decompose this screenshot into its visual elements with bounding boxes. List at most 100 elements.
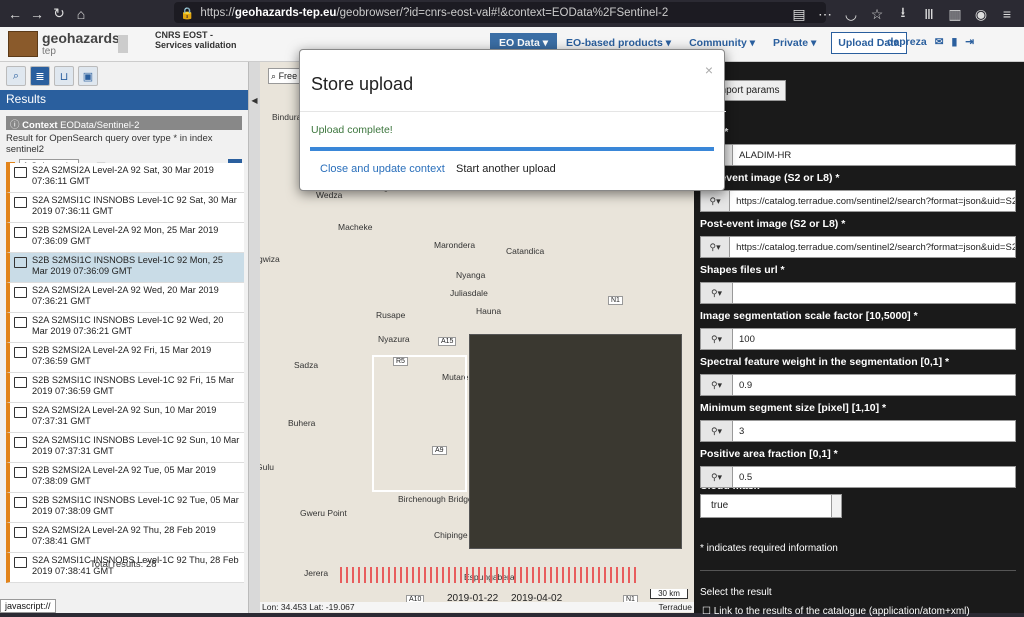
field-value: 0.5 <box>739 472 753 483</box>
road-label: A15 <box>438 337 457 346</box>
list-item-label: S2B S2MSI2A Level-2A 92 Mon, 25 Mar 2019… <box>32 225 219 246</box>
field-value: 0.9 <box>739 380 753 391</box>
map-place-label: Hauna <box>476 306 502 316</box>
upload-message: Upload complete! <box>311 124 393 136</box>
list-item[interactable]: S2B S2MSI2A Level-2A 92 Tue, 05 Mar 2019… <box>6 463 244 493</box>
list-item[interactable]: S2B S2MSI1C INSNOBS Level-1C 92 Mon, 25 … <box>6 253 244 283</box>
list-item[interactable]: S2A S2MSI2A Level-2A 92 Sun, 10 Mar 2019… <box>6 403 244 433</box>
status-bar: javascript:// <box>0 599 56 613</box>
road-label: N1 <box>608 296 623 305</box>
home-icon[interactable]: ⌂ <box>70 3 92 25</box>
pin-icon[interactable]: ⚲▾ <box>701 283 733 303</box>
start-another-upload-link[interactable]: Start another upload <box>456 163 556 175</box>
field-input[interactable]: ⚲▾ https://catalog.terradue.com/sentinel2… <box>700 190 1016 212</box>
logo-title: geohazards <box>42 30 120 46</box>
total-results: Total results: 28 <box>90 559 157 570</box>
field-input[interactable]: ⚲▾ https://catalog.terradue.com/sentinel2… <box>700 236 1016 258</box>
results-title: Results <box>0 90 248 110</box>
list-item[interactable]: S2B S2MSI1C INSNOBS Level-1C 92 Fri, 15 … <box>6 373 244 403</box>
library-icon[interactable]: Ⅲ <box>918 3 940 25</box>
mail-icon[interactable]: ✉ <box>935 36 944 48</box>
archive-icon[interactable]: ▣ <box>78 66 98 86</box>
product-icon <box>14 167 27 178</box>
list-item[interactable]: S2B S2MSI1C INSNOBS Level-1C 92 Tue, 05 … <box>6 493 244 523</box>
map-place-label: Macheke <box>338 222 373 232</box>
reader-icon[interactable]: ▤ <box>788 3 810 25</box>
list-item[interactable]: S2A S2MSI2A Level-2A 92 Wed, 20 Mar 2019… <box>6 283 244 313</box>
forward-icon[interactable]: → <box>26 3 48 25</box>
list-item[interactable]: S2A S2MSI2A Level-2A 92 Thu, 28 Feb 2019… <box>6 523 244 553</box>
nav-private[interactable]: Private ▾ <box>764 33 825 53</box>
sidebar-icon[interactable]: ▥ <box>944 3 966 25</box>
list-item[interactable]: S2A S2MSI1C INSNOBS Level-1C 92 Sat, 30 … <box>6 193 244 223</box>
list-icon[interactable]: ≣ <box>30 66 50 86</box>
community-context[interactable]: CNRS EOST - Services validation <box>155 30 237 50</box>
product-icon <box>14 467 27 478</box>
logo-icon[interactable] <box>8 31 38 57</box>
map-place-label: gwiza <box>260 254 280 264</box>
context-line1: CNRS EOST - <box>155 30 214 40</box>
product-icon <box>14 557 27 568</box>
list-item-label: S2A S2MSI1C INSNOBS Level-1C 92 Wed, 20 … <box>32 315 224 336</box>
field-input[interactable]: ⚲▾ALADIM-HR <box>700 144 1016 166</box>
product-icon <box>14 227 27 238</box>
attribution: Terradue <box>658 602 692 612</box>
basket-icon[interactable]: ⊔ <box>54 66 74 86</box>
logout-icon[interactable]: ⇥ <box>965 36 974 48</box>
cloud-mask-select[interactable]: true <box>700 494 842 518</box>
field-input[interactable]: ⚲▾ 0.9 <box>700 374 1016 396</box>
pin-icon[interactable]: ⚲▾ <box>701 329 733 349</box>
map-place-label: Marondera <box>434 240 476 250</box>
collapse-panel-icon[interactable]: ◀ <box>249 62 260 613</box>
select-result-label: Select the result <box>700 587 772 598</box>
menu-dots-icon[interactable]: ⋯ <box>814 3 836 25</box>
list-item[interactable]: S2A S2MSI1C INSNOBS Level-1C 92 Sun, 10 … <box>6 433 244 463</box>
field-input[interactable]: ⚲▾ <box>700 282 1016 304</box>
link-result-checkbox[interactable]: ☐ Link to the results of the catalogue (… <box>702 606 970 617</box>
pocket-icon[interactable]: ◡ <box>840 3 862 25</box>
book-icon[interactable]: ▮ <box>952 36 958 48</box>
service-form: Import params Cloud mask true * indicate… <box>694 62 1024 617</box>
list-item[interactable]: S2A S2MSI2A Level-2A 92 Sat, 30 Mar 2019… <box>6 163 244 193</box>
footprint-outline <box>372 355 467 492</box>
pin-icon[interactable]: ⚲▾ <box>701 467 733 487</box>
pin-icon[interactable]: ⚲▾ <box>701 191 731 211</box>
list-item[interactable]: S2B S2MSI2A Level-2A 92 Fri, 15 Mar 2019… <box>6 343 244 373</box>
timeline-bar[interactable] <box>340 567 640 583</box>
download-icon[interactable]: ⭳ <box>892 3 914 25</box>
close-icon[interactable]: × <box>705 62 713 78</box>
breadcrumb-arrow-icon <box>118 35 128 53</box>
field-input[interactable]: ⚲▾ 0.5 <box>700 466 1016 488</box>
field-value: ALADIM-HR <box>739 150 792 161</box>
bookmark-star-icon[interactable]: ☆ <box>866 3 888 25</box>
field-label: Post-event image (S2 or L8) * <box>700 218 846 230</box>
app: geohazards tep CNRS EOST - Services vali… <box>0 27 1024 617</box>
list-item-label: S2A S2MSI2A Level-2A 92 Sun, 10 Mar 2019… <box>32 405 217 426</box>
product-icon <box>14 257 27 268</box>
user-name[interactable]: depreza <box>887 36 927 48</box>
lonlat-readout: Lon: 34.453 Lat: -19.067 Terradue <box>260 602 694 612</box>
query-text: Result for OpenSearch query over type * … <box>6 133 213 155</box>
close-update-context-link[interactable]: Close and update context <box>320 163 445 175</box>
account-icon[interactable]: ◉ <box>970 3 992 25</box>
lock-icon: 🔒 <box>180 7 195 20</box>
field-input[interactable]: ⚲▾ 100 <box>700 328 1016 350</box>
list-item[interactable]: S2A S2MSI1C INSNOBS Level-1C 92 Wed, 20 … <box>6 313 244 343</box>
url-path: /geobrowser/?id=cnrs-eost-val#!&context=… <box>336 6 669 19</box>
map-place-label: Catandica <box>506 246 545 256</box>
field-value: 3 <box>739 426 745 437</box>
pin-icon[interactable]: ⚲▾ <box>701 375 733 395</box>
context-label: Context <box>22 120 58 131</box>
pin-icon[interactable]: ⚲▾ <box>701 421 733 441</box>
cloud-mask-value: true <box>711 500 729 511</box>
hamburger-icon[interactable]: ≡ <box>996 3 1018 25</box>
field-input[interactable]: ⚲▾ 3 <box>700 420 1016 442</box>
scale-bar: 30 km <box>650 589 688 599</box>
reload-icon[interactable]: ↻ <box>48 3 70 25</box>
list-item[interactable]: S2B S2MSI2A Level-2A 92 Mon, 25 Mar 2019… <box>6 223 244 253</box>
search-icon[interactable]: ⌕ <box>6 66 26 86</box>
map-search-placeholder: Free <box>278 71 298 81</box>
url-bar[interactable]: 🔒 https://geohazards-tep.eu/geobrowser/?… <box>174 2 826 23</box>
back-icon[interactable]: ← <box>4 3 26 25</box>
pin-icon[interactable]: ⚲▾ <box>701 237 731 257</box>
